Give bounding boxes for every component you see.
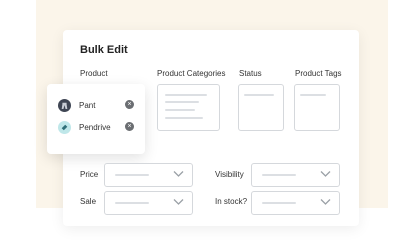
visibility-label: Visibility [215,170,244,179]
select-placeholder [115,202,149,204]
price-select[interactable] [104,163,193,187]
tag-placeholder [300,94,326,96]
category-placeholder [165,117,203,119]
chevron-down-icon [173,199,184,205]
price-label: Price [80,170,99,179]
visibility-select[interactable] [251,163,340,187]
categories-listbox[interactable] [157,84,220,131]
product-column-label: Product [80,69,108,78]
category-placeholder [165,94,207,96]
chevron-down-icon [173,171,184,177]
remove-pant-icon[interactable]: × [125,100,134,109]
tags-listbox[interactable] [294,84,340,131]
status-column-label: Status [239,69,262,78]
sale-label: Sale [80,197,97,206]
chevron-down-icon [320,199,331,205]
category-placeholder [165,109,195,111]
remove-pendrive-icon[interactable]: × [125,122,134,131]
category-placeholder [165,101,199,103]
select-placeholder [115,174,149,176]
tags-column-label: Product Tags [295,69,342,78]
product-name: Pendrive [79,122,111,132]
select-placeholder [262,202,296,204]
status-placeholder [244,94,274,96]
product-selection-popup [47,84,145,154]
page-title: Bulk Edit [80,44,128,56]
pant-thumbnail-icon [58,98,71,112]
sale-select[interactable] [104,191,193,215]
in-stock-label: In stock? [215,197,248,206]
product-item-pant: Pant [58,98,95,112]
in-stock-select[interactable] [251,191,340,215]
status-listbox[interactable] [238,84,284,131]
select-placeholder [262,174,296,176]
categories-column-label: Product Categories [157,69,226,78]
product-item-pendrive: Pendrive [58,120,111,134]
chevron-down-icon [320,171,331,177]
pendrive-thumbnail-icon [58,120,71,134]
product-name: Pant [79,100,96,110]
